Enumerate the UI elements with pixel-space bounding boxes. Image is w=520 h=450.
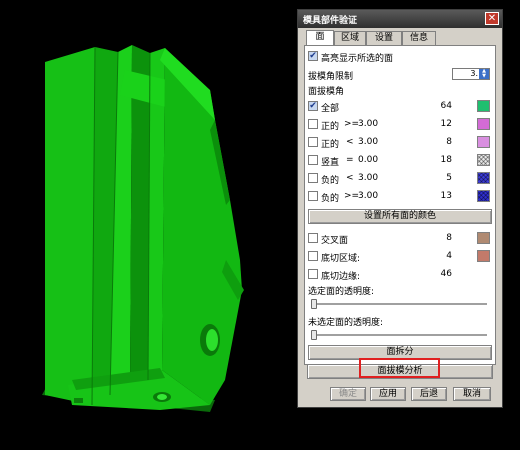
close-icon[interactable]: ✕ [485,12,499,25]
draft-limit-row: 拔模角限制 3. ▲ ▼ [308,68,492,82]
row-label: 负的 [321,194,340,204]
row-count: 12 [440,119,452,129]
row-operator: < [346,173,354,183]
tab-face[interactable]: 面 [306,30,334,46]
draft-limit-label: 拔模角限制 [308,72,354,82]
undercut-region-row[interactable]: 底切区域: 4 [308,250,492,264]
selected-transparency-header: 选定面的透明度: [308,283,492,297]
unselected-transparency-label: 未选定面的透明度: [308,318,384,328]
color-swatch[interactable] [477,250,490,262]
row-checkbox[interactable] [308,269,318,279]
row-value: 3.00 [358,137,379,147]
draft-angle-header: 面拔模角 [308,83,492,97]
row-label: 正的 [321,122,340,132]
highlight-label: 高亮显示所选的面 [321,54,394,64]
dialog-titlebar[interactable]: 模具部件验证 ✕ [298,10,502,28]
row-operator: >= [344,119,360,129]
row-count: 13 [440,191,452,201]
row-value: 3.00 [358,173,379,183]
row-label: 负的 [321,176,340,186]
row-label: 底切区域: [321,254,361,264]
row-count: 64 [440,101,452,111]
ok-button[interactable]: 确定 [330,387,366,401]
highlight-selected-faces-option[interactable]: ✔ 高亮显示所选的面 [308,50,492,64]
draft-limit-value: 3. [470,69,478,78]
cancel-button[interactable]: 取消 [453,387,491,401]
row-value: 3.00 [358,119,379,129]
crossing-faces-row[interactable]: 交叉面 8 [308,232,492,246]
row-count: 8 [446,233,452,243]
set-all-face-colors-button[interactable]: 设置所有面的颜色 [308,209,492,224]
tab-settings[interactable]: 设置 [366,31,402,45]
draft-angle-label: 面拔模角 [308,87,345,97]
slider-track [311,303,487,306]
color-swatch[interactable] [477,190,490,202]
row-checkbox[interactable] [308,155,318,165]
selected-transparency-label: 选定面的透明度: [308,287,375,297]
row-value: 0.00 [358,155,379,165]
slider-thumb[interactable] [311,330,317,340]
row-checkbox[interactable] [308,251,318,261]
draft-row-negative-lt[interactable]: 负的 < 3.00 5 [308,172,492,186]
row-count: 8 [446,137,452,147]
graphics-viewport[interactable] [0,0,296,450]
draft-row-positive-ge[interactable]: 正的 >= 3.00 12 [308,118,492,132]
color-swatch[interactable] [477,232,490,244]
row-count: 4 [446,251,452,261]
row-count: 46 [440,269,452,279]
slider-thumb[interactable] [311,299,317,309]
row-operator: = [346,155,354,165]
draft-row-vertical[interactable]: 竖直 = 0.00 18 [308,154,492,168]
unselected-transparency-header: 未选定面的透明度: [308,314,492,328]
row-label: 竖直 [321,158,340,168]
row-value: 3.00 [358,191,379,201]
dialog-title: 模具部件验证 [303,16,358,26]
highlight-checkbox[interactable]: ✔ [308,51,318,61]
row-checkbox[interactable] [308,119,318,129]
row-operator: >= [344,191,360,201]
row-label: 全部 [321,104,340,114]
draft-limit-spinner[interactable]: 3. ▲ ▼ [452,68,490,80]
mold-part-model[interactable] [0,0,296,450]
row-operator: < [346,137,354,147]
unselected-transparency-slider[interactable] [311,330,487,340]
mold-part-validation-dialog: 模具部件验证 ✕ 面 区域 设置 信息 ✔ 高亮显示所选的面 拔模角限制 3. … [297,9,503,408]
color-swatch[interactable] [477,136,490,148]
draft-row-all[interactable]: ✔ 全部 64 [308,100,492,114]
row-checkbox[interactable] [308,173,318,183]
row-label: 底切边缘: [321,272,361,282]
annotation-highlight-box [359,358,440,378]
color-swatch[interactable] [477,154,490,166]
color-swatch[interactable] [477,118,490,130]
apply-button[interactable]: 应用 [370,387,406,401]
row-label: 交叉面 [321,236,349,246]
draft-row-negative-ge[interactable]: 负的 >= 3.00 13 [308,190,492,204]
spinner-arrows-icon[interactable]: ▲ ▼ [479,69,489,79]
row-checkbox[interactable] [308,233,318,243]
tab-region[interactable]: 区域 [334,31,366,45]
color-swatch[interactable] [477,172,490,184]
tab-info[interactable]: 信息 [402,31,436,45]
row-count: 18 [440,155,452,165]
row-label: 正的 [321,140,340,150]
selected-transparency-slider[interactable] [311,299,487,309]
draft-row-positive-lt[interactable]: 正的 < 3.00 8 [308,136,492,150]
row-checkbox[interactable]: ✔ [308,101,318,111]
face-panel: ✔ 高亮显示所选的面 拔模角限制 3. ▲ ▼ 面拔模角 ✔ 全部 64 正的 >… [304,45,496,365]
row-checkbox[interactable] [308,191,318,201]
undercut-edge-row[interactable]: 底切边缘: 46 [308,268,492,282]
row-count: 5 [446,173,452,183]
slider-track [311,334,487,337]
back-button[interactable]: 后退 [411,387,447,401]
color-swatch[interactable] [477,100,490,112]
row-checkbox[interactable] [308,137,318,147]
